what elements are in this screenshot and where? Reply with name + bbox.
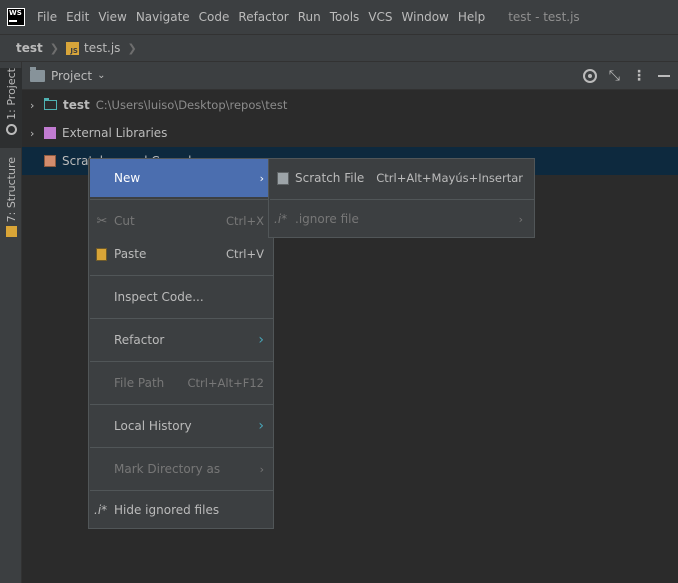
menu-item-label: New (114, 171, 141, 185)
menu-vcs[interactable]: VCS (364, 10, 396, 24)
submenu-arrow-icon: › (259, 171, 264, 185)
menu-file[interactable]: File (33, 10, 61, 24)
menu-item-label: Cut (114, 214, 135, 228)
menu-code[interactable]: Code (195, 10, 234, 24)
menu-separator (90, 275, 274, 276)
menu-item-shortcut: Ctrl+Alt+F12 (187, 376, 264, 390)
project-panel-header: Project ⌄ ⤡ ⋮ (22, 62, 678, 90)
menu-item-paste[interactable]: Paste Ctrl+V (90, 235, 274, 273)
structure-tool-button[interactable]: 7: Structure (0, 157, 22, 237)
project-tool-button[interactable]: 1: Project (0, 68, 22, 148)
menu-item-inspect-code[interactable]: Inspect Code... (90, 278, 274, 316)
breadcrumb-file[interactable]: test.js (84, 41, 120, 55)
collapse-all-icon[interactable]: ⤡ (609, 69, 620, 83)
locate-target-icon[interactable] (582, 69, 597, 83)
menu-edit[interactable]: Edit (62, 10, 93, 24)
structure-tool-label: 7: Structure (4, 157, 18, 223)
left-tool-stripe: 1: Project 7: Structure (0, 62, 22, 583)
menu-separator (90, 361, 274, 362)
submenu-arrow-icon: › (259, 462, 264, 476)
scratches-icon (44, 155, 56, 167)
menu-item-file-path[interactable]: File Path Ctrl+Alt+F12 (90, 364, 274, 402)
library-icon (44, 127, 56, 139)
window-title: test - test.js (508, 10, 580, 24)
breadcrumb: test ❯ JS test.js ❯ (0, 34, 678, 62)
menu-item-refactor[interactable]: Refactor › (90, 321, 274, 359)
menu-item-mark-directory[interactable]: Mark Directory as › (90, 450, 274, 488)
menu-separator (90, 199, 274, 200)
new-submenu: Scratch File Ctrl+Alt+Mayús+Insertar .i*… (268, 158, 535, 238)
menu-separator (90, 447, 274, 448)
menu-separator (90, 318, 274, 319)
chevron-right-icon: ❯ (49, 41, 59, 55)
menu-item-hide-ignored[interactable]: .i* Hide ignored files (90, 491, 274, 529)
menu-separator (90, 404, 274, 405)
menu-window[interactable]: Window (398, 10, 453, 24)
submenu-item-ignore-file[interactable]: .i* .ignore file › (270, 200, 535, 238)
chevron-right-icon[interactable]: › (30, 99, 44, 112)
project-tool-icon (5, 123, 17, 135)
project-view-selector[interactable]: Project (51, 69, 92, 83)
scratch-file-icon (277, 171, 289, 185)
menu-navigate[interactable]: Navigate (132, 10, 194, 24)
breadcrumb-project[interactable]: test (16, 41, 43, 55)
menu-item-shortcut: Ctrl+X (226, 214, 264, 228)
menu-item-label: File Path (114, 376, 165, 390)
tree-item-path: C:\Users\luiso\Desktop\repos\test (95, 98, 288, 112)
ignore-file-icon: .i* (274, 212, 288, 226)
minimize-icon[interactable] (658, 75, 670, 77)
menu-run[interactable]: Run (294, 10, 325, 24)
context-menu: New › ✂ Cut Ctrl+X Paste Ctrl+V Inspect … (88, 158, 274, 529)
tree-item-label: External Libraries (62, 126, 168, 140)
structure-tool-icon (5, 226, 17, 237)
menu-item-label: Hide ignored files (114, 503, 220, 517)
submenu-arrow-icon: › (518, 212, 523, 226)
menu-item-label: Local History (114, 419, 192, 433)
chevron-right-icon[interactable]: › (30, 127, 44, 140)
tree-item-test[interactable]: › test C:\Users\luiso\Desktop\repos\test (22, 91, 678, 119)
tree-item-label: test (63, 98, 90, 112)
options-kebab-icon[interactable]: ⋮ (632, 69, 646, 83)
ignore-file-icon: .i* (94, 503, 108, 517)
scissors-icon: ✂ (96, 213, 108, 229)
submenu-item-shortcut: Ctrl+Alt+Mayús+Insertar (376, 171, 523, 185)
module-folder-icon (44, 98, 57, 110)
submenu-item-label: .ignore file (295, 212, 359, 226)
submenu-item-scratch-file[interactable]: Scratch File Ctrl+Alt+Mayús+Insertar (270, 159, 535, 197)
menu-view[interactable]: View (94, 10, 130, 24)
webstorm-logo-icon[interactable]: WS (7, 8, 25, 26)
menu-item-label: Paste (114, 247, 147, 261)
menu-refactor[interactable]: Refactor (234, 10, 292, 24)
menu-item-local-history[interactable]: Local History › (90, 407, 274, 445)
menu-item-new[interactable]: New › (90, 159, 274, 197)
submenu-arrow-icon: › (258, 418, 264, 434)
menu-help[interactable]: Help (454, 10, 489, 24)
submenu-arrow-icon: › (258, 332, 264, 348)
project-tool-label: 1: Project (4, 68, 18, 120)
menu-item-label: Mark Directory as (114, 462, 221, 476)
menu-item-label: Refactor (114, 333, 165, 347)
folder-icon (30, 66, 45, 82)
menu-bar: WS File Edit View Navigate Code Refactor… (0, 0, 678, 34)
js-file-icon: JS (65, 41, 79, 55)
submenu-item-label: Scratch File (295, 171, 365, 185)
tree-item-external-libraries[interactable]: › External Libraries (22, 119, 678, 147)
menu-tools[interactable]: Tools (326, 10, 364, 24)
menu-item-shortcut: Ctrl+V (226, 247, 264, 261)
clipboard-icon (96, 247, 107, 261)
chevron-right-icon: ❯ (127, 41, 137, 55)
chevron-down-icon[interactable]: ⌄ (97, 70, 105, 81)
menu-item-label: Inspect Code... (114, 290, 204, 304)
